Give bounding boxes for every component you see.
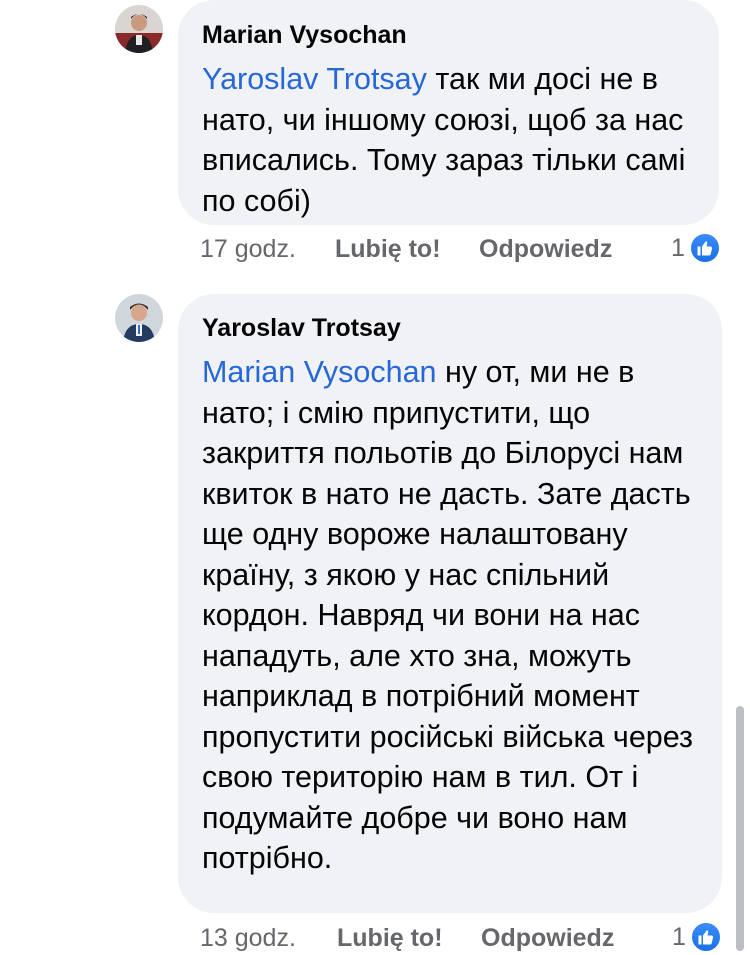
thumbs-up-icon bbox=[688, 232, 721, 264]
comment-actions: 17 godz. Lubię to! Odpowiedz bbox=[200, 233, 730, 265]
comment-text: Yaroslav Trotsay так ми досі не в нато, … bbox=[202, 59, 701, 221]
reaction-summary[interactable]: 1 bbox=[671, 231, 721, 265]
reaction-summary[interactable]: 1 bbox=[672, 920, 722, 954]
like-button[interactable]: Lubię to! bbox=[335, 233, 441, 265]
comment-mention[interactable]: Yaroslav Trotsay bbox=[202, 62, 427, 96]
comment-body: ну от, ми не в нато; і смію припустити, … bbox=[202, 355, 694, 875]
comment-bubble: Marian Vysochan Yaroslav Trotsay так ми … bbox=[178, 0, 719, 225]
reaction-count: 1 bbox=[671, 233, 685, 262]
comment-timestamp[interactable]: 13 godz. bbox=[200, 922, 296, 954]
comment-author[interactable]: Marian Vysochan bbox=[202, 20, 701, 50]
comment-bubble: Yaroslav Trotsay Marian Vysochan ну от, … bbox=[178, 294, 722, 913]
comment-actions: 13 godz. Lubię to! Odpowiedz bbox=[200, 922, 730, 954]
reply-button[interactable]: Odpowiedz bbox=[481, 922, 614, 954]
avatar[interactable] bbox=[115, 5, 163, 53]
avatar[interactable] bbox=[115, 294, 163, 342]
comment-author[interactable]: Yaroslav Trotsay bbox=[202, 313, 704, 343]
comment-timestamp[interactable]: 17 godz. bbox=[200, 233, 296, 265]
scrollbar[interactable] bbox=[736, 706, 744, 951]
like-button[interactable]: Lubię to! bbox=[337, 922, 443, 954]
comment-text: Marian Vysochan ну от, ми не в нато; і с… bbox=[202, 352, 704, 879]
reaction-count: 1 bbox=[672, 922, 686, 951]
comment-mention[interactable]: Marian Vysochan bbox=[202, 355, 437, 389]
thumbs-up-icon bbox=[689, 921, 722, 953]
reply-button[interactable]: Odpowiedz bbox=[479, 233, 612, 265]
